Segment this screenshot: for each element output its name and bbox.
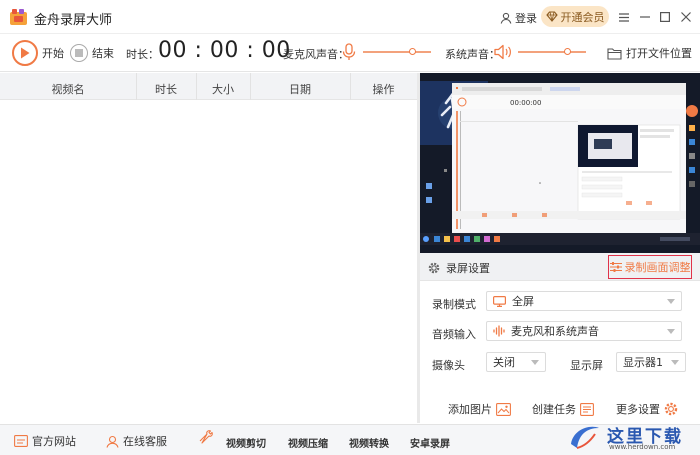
system-volume-slider[interactable] [518,47,586,57]
speaker-icon [494,44,511,60]
start-button[interactable]: 开始 [12,40,64,66]
file-list-body[interactable] [0,101,417,423]
vip-label: 开通会员 [560,10,605,24]
watermark: 这里下载 www.herdown.com [565,422,695,455]
display-value: 显示器1 [623,356,663,369]
audio-input-select[interactable]: 麦克风和系统声音 [486,321,682,341]
start-label: 开始 [42,47,64,60]
column-duration[interactable]: 时长 [136,81,196,97]
mic-slider-knob[interactable] [408,48,416,55]
camera-value: 关闭 [493,356,515,369]
create-task-button[interactable]: 创建任务 [532,401,594,417]
tools-icon [199,430,213,444]
video-compress-link[interactable]: 视频压缩 [288,435,328,450]
camera-select[interactable]: 关闭 [486,352,546,372]
record-mode-select[interactable]: 全屏 [486,291,682,311]
login-button[interactable]: 登录 [500,10,537,26]
audio-input-value: 麦克风和系统声音 [511,325,599,338]
microphone-icon [342,43,356,60]
app-logo-icon [10,9,27,25]
menu-icon [619,12,629,22]
svg-text:00:00:00: 00:00:00 [510,99,541,107]
column-video-name[interactable]: 视频名 [0,81,136,97]
settings-gear-icon [664,402,678,416]
record-mode-value: 全屏 [512,295,534,308]
task-list-icon [580,402,594,416]
stop-label: 结束 [92,47,114,60]
record-timer: 00 : 00 : 00 [158,38,291,63]
system-volume-label: 系统声音： [445,48,500,61]
close-icon [681,12,691,22]
gear-icon [428,262,440,274]
chevron-down-icon [667,299,675,304]
video-cut-link[interactable]: 视频剪切 [226,435,266,450]
image-icon [496,402,511,416]
camera-label: 摄像头 [432,359,465,372]
column-date[interactable]: 日期 [250,81,350,97]
official-website-link[interactable]: 官方网站 [14,433,76,449]
minimize-icon [640,16,650,18]
website-icon [14,435,28,447]
record-mode-label: 录制模式 [432,298,476,311]
app-title: 金舟录屏大师 [34,13,113,28]
add-image-label: 添加图片 [448,403,492,416]
create-task-label: 创建任务 [532,403,576,416]
chevron-down-icon [671,360,679,365]
more-settings-label: 更多设置 [616,403,660,416]
open-folder-label: 打开文件位置 [626,47,692,60]
watermark-swoosh-icon [571,426,599,449]
add-image-button[interactable]: 添加图片 [448,401,511,417]
system-slider-knob[interactable] [563,48,571,55]
display-label: 显示屏 [570,359,603,372]
stop-icon [70,44,88,62]
monitor-icon [493,295,506,307]
customer-service-icon [106,435,119,448]
audio-input-label: 音频输入 [432,328,476,341]
mic-volume-slider[interactable] [363,47,431,57]
open-folder-button[interactable]: 打开文件位置 [607,45,692,61]
chevron-down-icon [667,329,675,334]
settings-title-label: 录屏设置 [446,262,490,275]
adjust-recording-area-label: 录制画面调整 [624,261,691,274]
chevron-down-icon [531,360,539,365]
column-actions[interactable]: 操作 [350,81,417,97]
sound-wave-icon [493,325,505,337]
more-settings-button[interactable]: 更多设置 [616,401,678,417]
adjust-recording-area-button[interactable]: 录制画面调整 [608,255,692,279]
play-icon [12,40,38,66]
sliders-icon [609,262,622,272]
preview-thumbnail: 00:00:00 [420,73,700,253]
folder-icon [607,47,622,60]
online-service-link[interactable]: 在线客服 [106,433,167,449]
column-size[interactable]: 大小 [196,81,250,97]
watermark-url: www.herdown.com [609,443,676,451]
duration-label: 时长： [126,48,159,61]
minimize-button[interactable] [637,8,653,26]
vip-button[interactable]: 开通会员 [541,6,609,27]
maximize-button[interactable] [657,8,673,26]
video-convert-link[interactable]: 视频转换 [349,435,389,450]
online-service-label: 在线客服 [123,435,167,448]
user-icon [500,12,512,24]
settings-title: 录屏设置 [428,260,490,276]
close-button[interactable] [678,8,694,26]
android-record-link[interactable]: 安卓录屏 [410,435,450,450]
menu-button[interactable] [616,8,632,26]
stop-button[interactable]: 结束 [70,44,114,62]
maximize-icon [660,12,670,22]
mic-volume-label: 麦克风声音： [283,48,349,61]
official-website-label: 官方网站 [32,435,76,448]
diamond-icon [545,11,558,22]
display-select[interactable]: 显示器1 [616,352,686,372]
screen-preview: 00:00:00 [420,73,700,253]
login-label: 登录 [515,12,537,25]
